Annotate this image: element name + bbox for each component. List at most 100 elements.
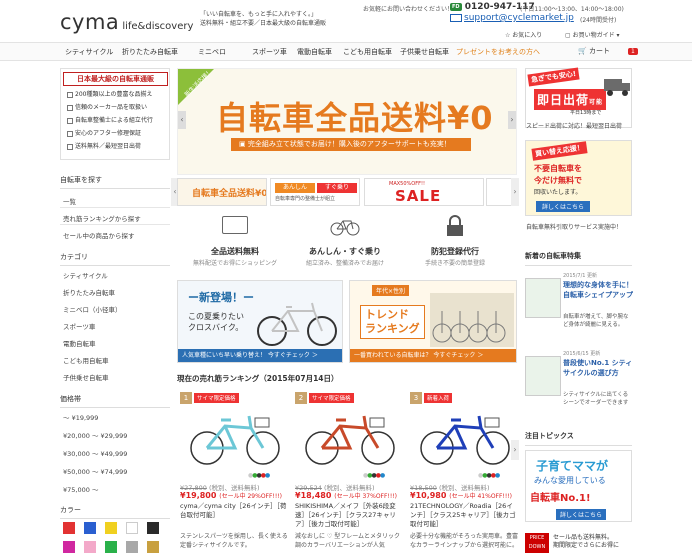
site-logo[interactable]: cyma life&discovery <box>60 10 193 34</box>
carousel-thumb-sale[interactable]: MAX50%OFF!! SALE <box>364 178 484 206</box>
banner-cta: 一番買われている自転車は？ 今すぐチェック ＞ <box>350 349 516 362</box>
price-down-text[interactable]: セール品も送料無料。 期間限定でさらにお得に <box>553 534 619 550</box>
category-link-city[interactable]: シティサイクル <box>63 270 108 280</box>
feature-ready-to-ride[interactable]: あんしん・すぐ乗り 組立済み、整備済みでお届け <box>290 214 400 274</box>
banner-tag: 年代×性別 <box>372 285 410 296</box>
product-name[interactable]: SHIKISHIMA／メイフ［外装6段変速］［26インチ］［クラス27キャリア］… <box>295 502 403 529</box>
nav-item-city[interactable]: シティサイクル <box>65 47 113 57</box>
color-variant-dots: ●●●●● <box>248 472 270 479</box>
rank-number: 2 <box>295 392 307 404</box>
feature-title: 全品送料無料 <box>211 247 259 256</box>
banner-new-crossbike[interactable]: ー新登場！ー この夏乗りたい クロスバイク。 人気車種にいち早い乗り替え！ 今すぐ… <box>177 280 343 363</box>
search-link-ranking[interactable]: 売れ筋ランキングから探す <box>63 213 141 223</box>
category-link-electric[interactable]: 電動自転車 <box>63 338 96 348</box>
same-day-shipping-banner[interactable]: 急ぎでも安心! 即日出荷可能 平日13時まで <box>525 67 632 128</box>
search-link-sale[interactable]: セール中の商品から探す <box>63 230 135 240</box>
sale-price: ¥10,980 (セール中 41%OFF!!!) <box>410 491 513 500</box>
lock-icon <box>447 215 463 236</box>
product-name[interactable]: 21TECHNOLOGY／Roadia［26インチ］［クラス25キャリア］［後カ… <box>410 502 518 529</box>
carousel-next-arrow[interactable]: › <box>511 178 519 206</box>
nav-item-folding[interactable]: 折りたたみ自転車 <box>122 47 178 57</box>
color-variant-dots: ●●●●● <box>363 472 385 479</box>
contact-label: お気軽にお問い合わせください！ <box>363 6 454 13</box>
hero-prev-arrow[interactable]: ‹ <box>178 111 186 129</box>
color-swatch[interactable] <box>105 541 117 553</box>
nav-item-child-seat[interactable]: 子供乗せ自転車 <box>400 47 449 57</box>
price-range-link[interactable]: ¥75,000 ～ <box>63 484 98 494</box>
news-item[interactable]: 2015/7/1 更新 理想的な身体を手に！自転車シェイプアップ 自転車が増えて… <box>525 272 633 332</box>
color-swatch[interactable] <box>126 522 138 534</box>
ranking-card[interactable]: 2 サイマ限定価格 ●●●●● ¥29,524 (税別、送料無料) ¥18,480 (セ… <box>295 390 403 553</box>
color-swatch[interactable] <box>105 522 117 534</box>
carousel-thumb-anshin[interactable]: あんしん すぐ乗り 自転車専門の整備士が組立 <box>270 178 360 206</box>
category-link-child-seat[interactable]: 子供乗せ自転車 <box>63 372 109 382</box>
category-link-folding[interactable]: 折りたたみ自転車 <box>63 287 115 297</box>
price-range-link[interactable]: ～ ¥19,999 <box>63 412 98 422</box>
cart-button[interactable]: 🛒 カート 1 <box>578 46 638 56</box>
category-link-sports[interactable]: スポーツ車 <box>63 321 95 331</box>
bicycle-image <box>305 415 395 465</box>
thumb-text: すぐ乗り <box>317 183 357 193</box>
carousel-thumb-free-shipping[interactable]: 自転車全品送料¥0 <box>177 178 267 206</box>
nav-item-present[interactable]: プレゼントをお考えの方へ <box>456 47 540 57</box>
details-button[interactable]: 詳しくはこちら <box>536 201 591 212</box>
feature-label: 送料無料／最短翌日出荷 <box>75 143 142 150</box>
color-variant-dots: ●●●●● <box>478 472 500 479</box>
service-features-box: 日本最大級の自転車通販 200種類以上の豊富な品揃え 信頼のメーカー品を取扱い … <box>60 68 170 160</box>
cart-icon: 🛒 <box>578 47 587 55</box>
banner-text: みんな愛用している <box>534 476 606 485</box>
ranking-next-arrow[interactable]: › <box>511 440 519 460</box>
cart-count-badge: 1 <box>627 48 638 55</box>
color-swatch[interactable] <box>147 522 159 534</box>
favorites-link[interactable]: ☆ お気に入り <box>505 30 542 39</box>
banner-trend-ranking[interactable]: 年代×性別 トレンド ランキング 一番買われている自転車は？ 今すぐチェック ＞ <box>349 280 517 363</box>
price-range-link[interactable]: ¥50,000 ～ ¥74,999 <box>63 466 127 476</box>
hero-title: 自転車全品送料¥0 <box>216 99 494 137</box>
guide-link[interactable]: ▢ お買い物ガイド ▾ <box>565 30 620 39</box>
price-range-link[interactable]: ¥30,000 ～ ¥49,999 <box>63 448 127 458</box>
ranking-card[interactable]: 1 サイマ限定価格 ●●●●● ¥27,800 (税別、送料無料) ¥19,800 (セ… <box>180 390 288 553</box>
category-link-minivelo[interactable]: ミニベロ（小径車） <box>63 304 122 314</box>
mail-icon <box>450 13 462 22</box>
banner-text-line: 不要自転車を <box>534 164 582 173</box>
banner-text: 即日出荷可能 <box>534 89 607 110</box>
hero-next-arrow[interactable]: › <box>508 111 516 129</box>
tagline: 「いい自転車を、もっと手に入れやすく。」 送料無料・組立不要／日本最大級の自転車… <box>200 10 326 28</box>
ranking-card[interactable]: 3 新着入荷 ●●●●● ¥18,500 (税別、送料無料) ¥10,980 (セール中… <box>410 390 518 553</box>
free-pickup-banner[interactable]: 買い替え応援！ 不要自転車を 今だけ無料で 回収いたします。 詳しくはこちら <box>525 140 632 216</box>
thumb-text: SALE <box>395 187 442 205</box>
nav-item-sports[interactable]: スポーツ車 <box>252 47 287 57</box>
nav-item-kids[interactable]: こども用自転車 <box>343 47 392 57</box>
color-swatch[interactable] <box>147 541 159 553</box>
rank-number: 1 <box>180 392 192 404</box>
email-link[interactable]: support@cyclemarket.jp <box>450 13 574 23</box>
feature-free-shipping[interactable]: 全品送料無料 無料配送でお得にショッピング <box>180 214 290 274</box>
product-description: 必要十分な機能がそろった実用車。豊富なカラーラインナップから選択可能に。 <box>410 533 519 549</box>
banner-title: トレンド ランキング <box>360 305 425 339</box>
product-name[interactable]: cyma／cyma city［26インチ］［荷台取付可能］ <box>180 502 288 520</box>
feature-label: 200種類以上の豊富な品揃え <box>75 91 153 98</box>
price-range-link[interactable]: ¥20,000 ～ ¥29,999 <box>63 430 127 440</box>
color-swatch[interactable] <box>63 541 75 553</box>
color-swatch[interactable] <box>63 522 75 534</box>
thumb-text: あんしん <box>275 183 315 193</box>
nav-item-electric[interactable]: 電動自転車 <box>297 47 332 57</box>
thumb-text: 自転車専門の整備士が組立 <box>275 196 336 202</box>
search-link-all[interactable]: 一覧 <box>63 196 76 206</box>
mom-bike-banner[interactable]: 子育てママが みんな愛用している 自転車No.1! 詳しくはこちら <box>525 450 632 522</box>
checkbox-icon <box>67 104 73 111</box>
color-swatch[interactable] <box>84 541 96 553</box>
feature-registration[interactable]: 防犯登録代行 手続き不要の簡単登録 <box>400 214 510 274</box>
search-heading: 自転車を探す <box>60 175 170 189</box>
news-item[interactable]: 2015/6/15 更新 普段使いNo.1 シティサイクルの選び方 シティサイク… <box>525 350 632 410</box>
feature-item: 200種類以上の豊富な品揃え <box>67 89 152 98</box>
banner-text: 平日13時まで <box>570 110 602 116</box>
hero-banner[interactable]: 新生活応援！ 自転車全品送料¥0 ▣ 完全組み立て状態でお届け！購入後のアフター… <box>177 68 517 175</box>
category-link-kids[interactable]: こども用自転車 <box>63 355 109 365</box>
bicycle-image <box>190 415 280 465</box>
nav-item-minivelo[interactable]: ミニベロ <box>198 47 226 57</box>
color-swatch[interactable] <box>84 522 96 534</box>
color-swatch[interactable] <box>126 541 138 553</box>
favorites-label: お気に入り <box>512 32 543 39</box>
details-button[interactable]: 詳しくはこちら <box>556 509 607 520</box>
